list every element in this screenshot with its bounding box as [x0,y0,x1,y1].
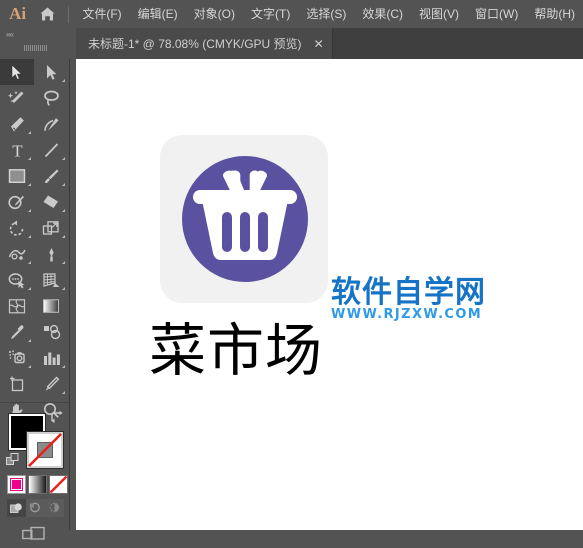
artboard-tool[interactable] [0,371,34,397]
flyout-indicator [62,261,65,264]
color-swatch-ring [10,478,23,491]
menu-help[interactable]: 帮助(H) [526,0,583,28]
slice-tool[interactable] [34,371,68,397]
watermark-url-text: WWW.RJZXW.COM [331,307,483,322]
menu-select[interactable]: 选择(S) [298,0,354,28]
curvature-tool[interactable] [34,111,68,137]
document-tab-title: 未标题-1* @ 78.08% (CMYK/GPU 预览) [88,37,302,51]
flyout-indicator [62,79,65,82]
flyout-indicator [62,391,65,394]
flyout-indicator [28,339,31,342]
collapse-panel-icon[interactable]: «« [6,30,14,40]
line-segment-tool[interactable] [34,137,68,163]
lasso-tool[interactable] [34,85,68,111]
stroke-color-swatch[interactable] [27,432,63,468]
none-mode-button[interactable] [49,475,68,494]
draw-mode-row [7,499,64,517]
flyout-indicator [28,365,31,368]
app-logo: Ai [9,4,27,23]
menu-file[interactable]: 文件(F) [74,0,129,28]
none-slash-icon [28,433,62,467]
tool-grid: T [0,59,69,423]
scale-tool[interactable] [34,215,68,241]
menu-items: 文件(F) 编辑(E) 对象(O) 文字(T) 选择(S) 效果(C) 视图(V… [74,0,583,28]
perspective-grid-tool[interactable] [34,267,68,293]
headline-text: 菜市场 [149,318,323,384]
flyout-indicator [62,157,65,160]
swap-fill-stroke-icon[interactable] [50,410,64,428]
default-fill-stroke-icon[interactable] [6,453,20,472]
color-mode-button[interactable] [7,475,26,494]
fill-stroke-section [0,402,69,521]
flyout-indicator [28,157,31,160]
free-transform-tool[interactable] [34,241,68,267]
blend-tool[interactable] [34,319,68,345]
paint-mode-row [7,475,68,494]
tools-panel: T [0,59,70,540]
shaper-tool[interactable] [0,189,34,215]
paintbrush-tool[interactable] [34,163,68,189]
close-icon[interactable]: ✕ [314,38,324,50]
screen-mode-button[interactable] [0,520,69,548]
pen-tool[interactable] [0,111,34,137]
eraser-tool[interactable] [34,189,68,215]
flyout-indicator [28,261,31,264]
menu-view[interactable]: 视图(V) [411,0,467,28]
flyout-indicator [62,365,65,368]
flyout-indicator [28,287,31,290]
draw-normal-button[interactable] [7,499,26,517]
watermark-brand-text: 软件自学网 [331,275,486,310]
flyout-indicator [28,183,31,186]
flyout-indicator [62,235,65,238]
symbol-sprayer-tool[interactable] [0,345,34,371]
width-tool[interactable] [0,241,34,267]
artboard-canvas[interactable]: 软件自学网 WWW.RJZXW.COM 菜市场 [76,59,583,530]
flyout-indicator [62,287,65,290]
svg-text:T: T [12,142,23,159]
column-graph-tool[interactable] [34,345,68,371]
panel-collapse-area: «« [0,28,76,59]
type-tool[interactable]: T [0,137,34,163]
menu-window[interactable]: 窗口(W) [467,0,526,28]
menu-object[interactable]: 对象(O) [186,0,243,28]
flyout-indicator [28,131,31,134]
document-tab[interactable]: 未标题-1* @ 78.08% (CMYK/GPU 预览) ✕ [76,28,333,59]
eyedropper-tool[interactable] [0,319,34,345]
illustrator-window: Ai 文件(F) 编辑(E) 对象(O) 文字(T) 选择(S) 效果(C) 视… [0,0,583,540]
direct-selection-tool[interactable] [34,59,68,85]
flyout-indicator [28,209,31,212]
shopping-basket-icon [193,170,297,260]
rotate-tool[interactable] [0,215,34,241]
gradient-tool[interactable] [34,293,68,319]
menu-separator [68,5,70,23]
menu-bar: Ai 文件(F) 编辑(E) 对象(O) 文字(T) 选择(S) 效果(C) 视… [0,0,583,28]
gradient-mode-button[interactable] [28,475,47,494]
menu-edit[interactable]: 编辑(E) [130,0,186,28]
home-icon[interactable] [33,0,62,28]
toolpanel-drag-handle[interactable] [24,45,48,51]
magic-wand-tool[interactable] [0,85,34,111]
flyout-indicator [62,209,65,212]
document-tab-bar: «« 未标题-1* @ 78.08% (CMYK/GPU 预览) ✕ [0,28,583,59]
draw-behind-button[interactable] [26,499,45,517]
selection-tool[interactable] [0,59,34,85]
draw-inside-button[interactable] [45,499,64,517]
menu-type[interactable]: 文字(T) [243,0,298,28]
menu-effect[interactable]: 效果(C) [354,0,411,28]
flyout-indicator [28,235,31,238]
flyout-indicator [62,183,65,186]
mesh-tool[interactable] [0,293,34,319]
rectangle-tool[interactable] [0,163,34,189]
shape-builder-tool[interactable] [0,267,34,293]
